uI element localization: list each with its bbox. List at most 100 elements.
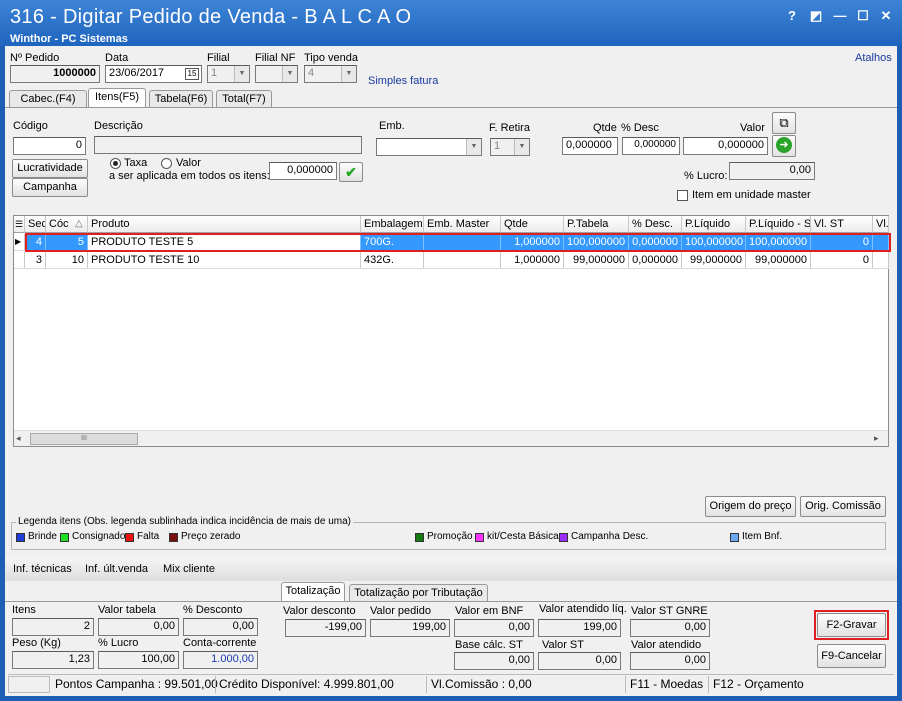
valor-field[interactable]: 0,000000 xyxy=(683,137,768,155)
cancelar-button[interactable]: F9-Cancelar xyxy=(817,644,886,668)
lucro-field: 0,00 xyxy=(729,162,815,180)
legend-swatch-item-bnf xyxy=(730,533,739,542)
col-vl-st[interactable]: Vl. ST xyxy=(811,216,873,233)
scroll-left-icon[interactable]: ◂ xyxy=(16,433,28,445)
pct-desconto-value: 0,00 xyxy=(183,618,258,636)
legend-label-promocao: Promoção xyxy=(427,531,473,542)
legend-label-falta: Falta xyxy=(137,531,160,542)
filial-nf-select[interactable]: ▼ xyxy=(255,65,298,83)
cell-p-tabela: 99,000000 xyxy=(564,252,629,269)
origem-preco-button[interactable]: Origem do preço xyxy=(705,496,796,517)
mix-cliente-link[interactable]: Mix cliente xyxy=(163,563,215,575)
item-master-label: Item em unidade master xyxy=(692,189,811,201)
gravar-button[interactable]: F2-Gravar xyxy=(817,613,886,637)
close-icon[interactable]: ✕ xyxy=(876,8,896,26)
nro-pedido-field[interactable]: 1000000 xyxy=(10,65,100,83)
legend-swatch-brinde xyxy=(16,533,25,542)
valor-radio[interactable] xyxy=(161,158,172,169)
emb-select[interactable]: ▼ xyxy=(376,138,482,156)
tab-itens[interactable]: Itens(F5) xyxy=(88,88,146,107)
grid-menu-icon[interactable]: ☰ xyxy=(14,216,25,233)
lucro-label: % Lucro: xyxy=(684,170,728,182)
tab-tabela[interactable]: Tabela(F6) xyxy=(149,90,213,107)
status-f12[interactable]: F12 - Orçamento xyxy=(713,677,804,691)
check-icon[interactable]: ✔ xyxy=(339,162,363,182)
lucratividade-button[interactable]: Lucratividade xyxy=(12,159,88,178)
valor-st-label: Valor ST xyxy=(542,639,584,651)
filial-select[interactable]: 1 ▼ xyxy=(207,65,250,83)
scroll-thumb[interactable]: III xyxy=(30,433,138,445)
window-title: 316 - Digitar Pedido de Venda - B A L C … xyxy=(10,6,412,28)
campanha-button[interactable]: Campanha xyxy=(12,178,88,197)
col-embalagem[interactable]: Embalagem xyxy=(361,216,424,233)
peso-value: 1,23 xyxy=(12,651,94,669)
cell-produto: PRODUTO TESTE 5 xyxy=(88,234,361,251)
taxa-radio[interactable] xyxy=(110,158,121,169)
status-bar: Pontos Campanha : 99.501,00 Crédito Disp… xyxy=(8,674,894,693)
nro-pedido-label: Nº Pedido xyxy=(10,52,60,64)
legend-label-brinde: Brinde xyxy=(28,531,57,542)
cell-sec: 4 xyxy=(25,234,46,251)
pct-desconto-label: % Desconto xyxy=(183,604,243,616)
filial-label: Filial xyxy=(207,52,230,64)
tab-totalizacao[interactable]: Totalização xyxy=(281,582,345,601)
cell-sec: 3 xyxy=(25,252,46,269)
cell-p-liquido: 99,000000 xyxy=(682,252,746,269)
items-grid[interactable]: ☰ Sec Cóc △ Produto Embalagem Emb. Master… xyxy=(13,215,891,447)
valor-atendido-label: Valor atendido xyxy=(631,639,702,651)
data-value: 23/06/2017 xyxy=(109,67,165,79)
base-calc-st-label: Base cálc. ST xyxy=(455,639,523,651)
minimize-icon[interactable]: — xyxy=(830,8,850,26)
col-p-liquido-s[interactable]: P.Líquido - S xyxy=(746,216,811,233)
status-credito: Crédito Disponível: 4.999.801,00 xyxy=(219,677,394,691)
inf-tecnicas-link[interactable]: Inf. técnicas xyxy=(13,563,72,575)
col-p-tabela[interactable]: P.Tabela xyxy=(564,216,629,233)
calendar-icon[interactable]: 15 xyxy=(185,68,199,80)
qtde-field[interactable]: 0,000000 xyxy=(562,137,618,155)
f-retira-select[interactable]: 1 ▼ xyxy=(490,138,530,156)
qtde-label: Qtde xyxy=(593,122,617,134)
col-vl[interactable]: Vl. xyxy=(873,216,889,233)
confirm-button[interactable]: ➜ xyxy=(772,135,796,157)
tab-cabec[interactable]: Cabec.(F4) xyxy=(9,90,87,107)
cell-qtde: 1,000000 xyxy=(501,252,564,269)
help-icon[interactable]: ? xyxy=(782,8,802,26)
maximize-icon[interactable]: ☐ xyxy=(853,8,873,26)
col-produto[interactable]: Produto xyxy=(88,216,361,233)
desc-field[interactable]: 0,000000 xyxy=(622,137,680,155)
valor-atendido-value: 0,00 xyxy=(630,652,710,670)
emb-label: Emb. xyxy=(379,120,405,132)
orig-comissao-button[interactable]: Orig. Comissão xyxy=(800,496,886,517)
copy-icon[interactable]: ⧉ xyxy=(772,112,796,134)
scroll-right-icon[interactable]: ▸ xyxy=(874,433,886,445)
aplicada-field[interactable]: 0,000000 xyxy=(269,162,337,180)
legend-swatch-falta xyxy=(125,533,134,542)
col-emb-master[interactable]: Emb. Master xyxy=(424,216,501,233)
taxa-label: Taxa xyxy=(124,157,148,169)
col-desc[interactable]: % Desc. xyxy=(629,216,682,233)
codigo-field[interactable]: 0 xyxy=(13,137,86,155)
tab-total[interactable]: Total(F7) xyxy=(216,90,272,107)
tipo-venda-select[interactable]: 4 ▼ xyxy=(304,65,357,83)
restore-icon[interactable]: ◩ xyxy=(806,8,826,26)
status-f11[interactable]: F11 - Moedas xyxy=(630,677,703,691)
col-qtde[interactable]: Qtde xyxy=(501,216,564,233)
valor-label: Valor xyxy=(740,122,765,134)
inf-ult-venda-link[interactable]: Inf. últ.venda xyxy=(85,563,148,575)
descricao-field[interactable] xyxy=(94,136,362,154)
data-field[interactable]: 23/06/2017 15 xyxy=(105,65,202,83)
col-p-liquido[interactable]: P.Líquido xyxy=(682,216,746,233)
valor-st-value: 0,00 xyxy=(538,652,621,670)
valor-tabela-value: 0,00 xyxy=(98,618,179,636)
itens-label: Itens xyxy=(12,604,36,616)
legend-swatch-campanha-desc xyxy=(559,533,568,542)
item-master-checkbox[interactable] xyxy=(677,190,688,201)
tipo-venda-desc: Simples fatura xyxy=(368,75,439,87)
col-cod[interactable]: Cóc △ xyxy=(46,216,88,233)
atalhos-link[interactable]: Atalhos xyxy=(855,52,892,64)
cell-embalagem: 700G. xyxy=(361,234,424,251)
tab-totalizacao-tributacao[interactable]: Totalização por Tributação xyxy=(349,584,488,601)
col-sec[interactable]: Sec xyxy=(25,216,46,233)
h-scrollbar[interactable]: ◂ III ▸ xyxy=(14,430,888,446)
sort-asc-icon: △ xyxy=(75,218,83,229)
